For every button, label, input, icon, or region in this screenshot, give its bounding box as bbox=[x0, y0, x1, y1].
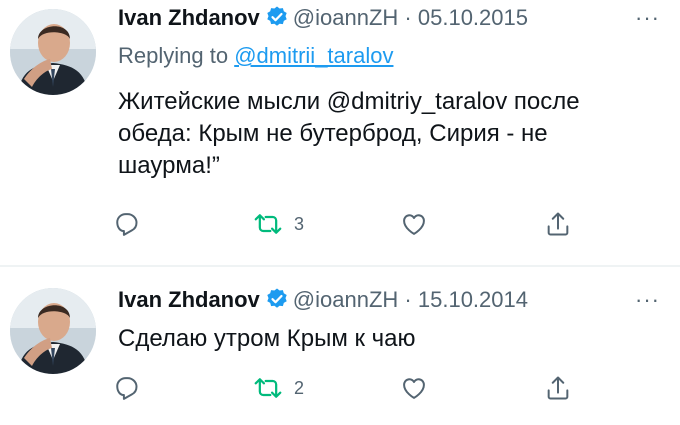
retweet-count: 3 bbox=[294, 213, 305, 234]
like-button[interactable] bbox=[400, 208, 428, 240]
replying-to-label: Replying to bbox=[118, 43, 229, 68]
share-button[interactable] bbox=[544, 208, 572, 240]
retweet-button[interactable]: 2 bbox=[254, 372, 304, 404]
share-icon bbox=[547, 376, 569, 400]
author-handle[interactable]: @ioannZH bbox=[293, 5, 399, 30]
reply-icon bbox=[116, 377, 138, 400]
like-icon bbox=[403, 378, 425, 399]
tweet-text: Сделаю утром Крым к чаю bbox=[118, 325, 416, 352]
verified-badge-icon bbox=[265, 287, 289, 311]
avatar[interactable] bbox=[10, 9, 96, 95]
reply-button[interactable] bbox=[112, 208, 140, 240]
reply-icon bbox=[116, 213, 138, 236]
tweet-header: Ivan Zhdanov @ioannZH · 05.10.2015 ··· bbox=[118, 4, 660, 32]
replying-to-link[interactable]: @dmitrii_taralov bbox=[234, 43, 393, 68]
tweet-header: Ivan Zhdanov @ioannZH · 15.10.2014 ··· bbox=[118, 286, 660, 314]
avatar-image bbox=[10, 9, 96, 95]
avatar-image bbox=[10, 288, 96, 374]
author-name[interactable]: Ivan Zhdanov bbox=[118, 5, 260, 30]
tweet-actions: 3 bbox=[112, 208, 592, 240]
reply-button[interactable] bbox=[112, 372, 140, 404]
tweet[interactable]: Ivan Zhdanov @ioannZH · 15.10.2014 ··· Сд… bbox=[0, 267, 680, 425]
share-icon bbox=[547, 212, 569, 236]
tweet[interactable]: Ivan Zhdanov @ioannZH · 05.10.2015 ··· Re… bbox=[0, 0, 680, 265]
avatar[interactable] bbox=[10, 288, 96, 374]
like-icon bbox=[403, 214, 425, 235]
author-name[interactable]: Ivan Zhdanov bbox=[118, 287, 260, 312]
retweet-icon bbox=[254, 214, 282, 234]
share-button[interactable] bbox=[544, 372, 572, 404]
tweet-text: Житейские мысли @dmitriy_taralov после о… bbox=[118, 88, 580, 179]
tweet-actions: 2 bbox=[112, 372, 592, 404]
retweet-count: 2 bbox=[294, 377, 305, 398]
retweet-icon bbox=[254, 378, 282, 398]
tweet-date[interactable]: 05.10.2015 bbox=[418, 5, 528, 30]
tweet-date[interactable]: 15.10.2014 bbox=[418, 287, 528, 312]
more-dots-icon[interactable]: ··· bbox=[635, 286, 660, 314]
replying-to: Replying to @dmitrii_taralov bbox=[118, 42, 393, 70]
more-dots-icon[interactable]: ··· bbox=[635, 4, 660, 32]
like-button[interactable] bbox=[400, 372, 428, 404]
separator-dot: · bbox=[404, 5, 412, 30]
verified-badge-icon bbox=[265, 5, 289, 29]
author-handle[interactable]: @ioannZH bbox=[293, 287, 399, 312]
retweet-button[interactable]: 3 bbox=[254, 208, 304, 240]
separator-dot: · bbox=[404, 287, 412, 312]
